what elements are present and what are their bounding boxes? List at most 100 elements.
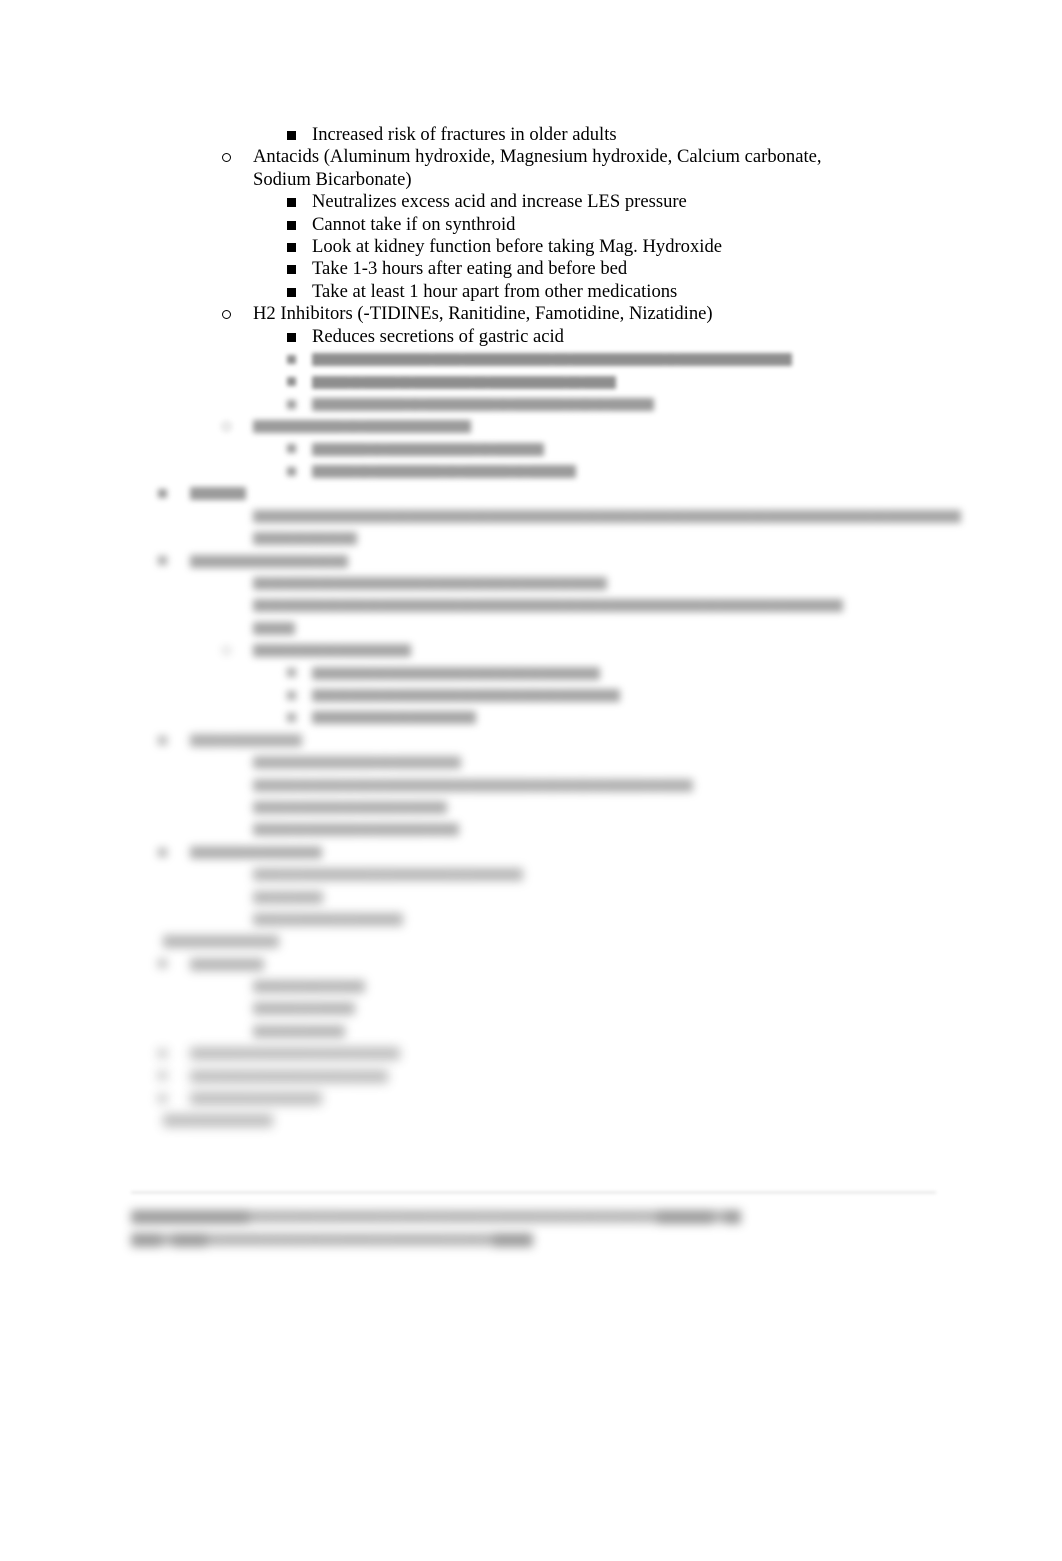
obscured-list-line — [0, 594, 1062, 616]
bullet-square-icon — [287, 354, 296, 364]
list-line: H2 Inhibitors (-TIDINEs, Ranitidine, Fam… — [0, 303, 1062, 325]
obscured-list-line — [0, 908, 1062, 930]
obscured-text — [0, 1228, 1062, 1250]
footnote-block — [0, 1205, 1062, 1251]
obscured-text — [0, 997, 1062, 1019]
line-text: Antacids (Aluminum hydroxide, Magnesium … — [253, 146, 822, 168]
obscured-list-line — [0, 549, 1062, 571]
line-text: Look at kidney function before taking Ma… — [312, 235, 722, 257]
obscured-text — [0, 1205, 1062, 1227]
line-text: Sodium Bicarbonate) — [253, 168, 412, 190]
obscured-text — [0, 908, 1062, 930]
bullet-square-icon — [287, 668, 296, 678]
footnote-separator — [131, 1192, 936, 1193]
obscured-text — [0, 975, 1062, 997]
list-line: Neutralizes excess acid and increase LES… — [0, 191, 1062, 213]
obscured-text — [0, 661, 1062, 683]
bullet-square-icon — [287, 265, 296, 275]
obscured-list-line — [0, 952, 1062, 974]
bullet-square-icon — [158, 1093, 167, 1103]
obscured-list-line — [0, 1020, 1062, 1042]
bullet-square-icon — [287, 466, 296, 476]
obscured-list-line — [0, 639, 1062, 661]
obscured-text — [0, 348, 1062, 370]
line-text: Take at least 1 hour apart from other me… — [312, 280, 678, 302]
obscured-text — [0, 751, 1062, 773]
obscured-text — [0, 572, 1062, 594]
obscured-list-line — [0, 415, 1062, 437]
line-text: Neutralizes excess acid and increase LES… — [312, 191, 687, 213]
obscured-list-line — [0, 505, 1062, 527]
obscured-list-line — [0, 1109, 1062, 1131]
bullet-square-icon — [287, 399, 296, 409]
bullet-square-icon — [158, 1071, 167, 1081]
list-line: Reduces secretions of gastric acid — [0, 326, 1062, 348]
list-line: Antacids (Aluminum hydroxide, Magnesium … — [0, 146, 1062, 168]
bullet-square-icon — [287, 713, 296, 723]
bullet-square-icon — [158, 1049, 167, 1059]
obscured-list-line — [0, 370, 1062, 392]
bullet-square-icon — [158, 959, 167, 969]
bullet-square-icon — [287, 220, 296, 230]
obscured-text — [0, 706, 1062, 728]
bullet-circle-icon — [222, 422, 231, 432]
obscured-text — [0, 818, 1062, 840]
obscured-text — [0, 415, 1062, 437]
obscured-text — [0, 1020, 1062, 1042]
obscured-text — [0, 437, 1062, 459]
bullet-square-icon — [287, 287, 296, 297]
obscured-list-line — [0, 729, 1062, 751]
obscured-list-line — [0, 841, 1062, 863]
obscured-list-line — [0, 1087, 1062, 1109]
obscured-list-line — [0, 773, 1062, 795]
obscured-text — [0, 796, 1062, 818]
obscured-list-line — [0, 617, 1062, 639]
obscured-list-line — [0, 885, 1062, 907]
line-text: H2 Inhibitors (-TIDINEs, Ranitidine, Fam… — [253, 303, 713, 325]
footnote-line — [0, 1205, 1062, 1228]
obscured-list-line — [0, 437, 1062, 459]
bullet-square-icon — [158, 556, 167, 566]
bullet-square-icon — [287, 690, 296, 700]
bullet-square-icon — [287, 377, 296, 387]
obscured-text — [0, 594, 1062, 616]
obscured-list-line — [0, 661, 1062, 683]
bullet-square-icon — [287, 198, 296, 208]
obscured-list-line — [0, 751, 1062, 773]
footnote-line — [0, 1228, 1062, 1251]
obscured-list-line — [0, 1042, 1062, 1064]
list-line: Increased risk of fractures in older adu… — [0, 124, 1062, 146]
obscured-list-line — [0, 997, 1062, 1019]
obscured-text — [0, 370, 1062, 392]
obscured-text — [0, 460, 1062, 482]
obscured-text — [0, 1109, 1062, 1131]
bullet-square-icon — [287, 131, 296, 140]
obscured-list-line — [0, 706, 1062, 728]
obscured-list-line — [0, 863, 1062, 885]
obscured-text — [0, 930, 1062, 952]
obscured-list-line — [0, 975, 1062, 997]
obscured-list-line — [0, 1064, 1062, 1086]
obscured-text — [0, 617, 1062, 639]
obscured-list-line — [0, 930, 1062, 952]
list-line: Take at least 1 hour apart from other me… — [0, 281, 1062, 303]
obscured-list-line — [0, 684, 1062, 706]
document-body: Increased risk of fractures in older adu… — [0, 124, 1062, 1132]
line-text: Cannot take if on synthroid — [312, 213, 516, 235]
obscured-list-line — [0, 482, 1062, 504]
obscured-text — [0, 393, 1062, 415]
bullet-square-icon — [158, 847, 167, 857]
bullet-square-icon — [287, 242, 296, 252]
list-line: Look at kidney function before taking Ma… — [0, 236, 1062, 258]
obscured-list-line — [0, 796, 1062, 818]
obscured-text — [0, 773, 1062, 795]
bullet-square-icon — [158, 735, 167, 745]
obscured-text — [0, 527, 1062, 549]
line-text: Increased risk of fractures in older adu… — [312, 124, 617, 145]
list-line: Sodium Bicarbonate) — [0, 169, 1062, 191]
bullet-square-icon — [287, 332, 296, 342]
list-line: Cannot take if on synthroid — [0, 214, 1062, 236]
line-text: Take 1-3 hours after eating and before b… — [312, 258, 628, 280]
obscured-list-line — [0, 348, 1062, 370]
obscured-text — [0, 639, 1062, 661]
